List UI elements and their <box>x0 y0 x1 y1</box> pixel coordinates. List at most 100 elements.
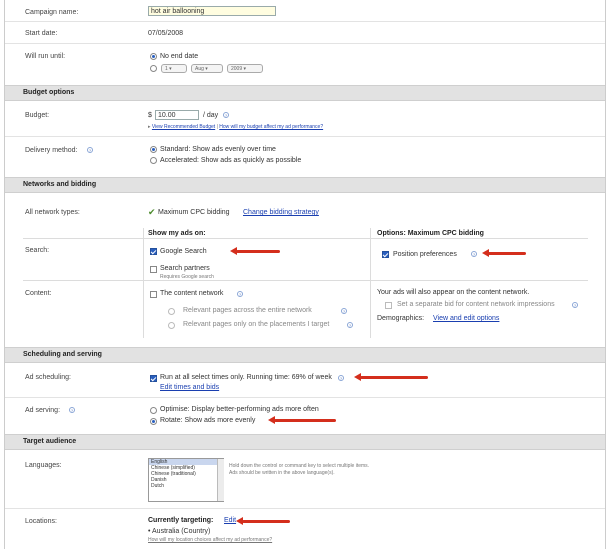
edit-locations-link[interactable]: Edit <box>224 517 236 524</box>
red-arrow-annotation <box>354 373 428 381</box>
ad-scheduling-label: Ad scheduling: <box>25 374 71 381</box>
target-audience-section-title: Target audience <box>23 438 77 445</box>
standard-delivery-radio[interactable] <box>150 146 157 153</box>
relevant-entire-network-radio[interactable] <box>168 308 175 315</box>
run-all-times-checkbox[interactable] <box>150 375 157 382</box>
help-icon[interactable]: ? <box>341 308 347 314</box>
red-arrow-annotation <box>230 247 280 255</box>
search-partners-label: Search partners <box>160 265 210 272</box>
end-day-select[interactable]: 1 ▾ <box>161 64 187 73</box>
content-network-notice: Your ads will also appear on the content… <box>377 289 530 296</box>
budget-affect-link[interactable]: How will my budget affect my ad performa… <box>219 124 323 130</box>
divider <box>5 43 605 44</box>
accelerated-delivery-radio[interactable] <box>150 157 157 164</box>
run-all-times-label: Run at all select times only. Running ti… <box>160 374 332 381</box>
help-icon[interactable]: ? <box>69 407 75 413</box>
content-network-checkbox[interactable] <box>150 291 157 298</box>
all-network-types-label: All network types: <box>25 209 80 216</box>
multi-select-hint: Hold down the control or command key to … <box>229 463 370 469</box>
checkmark-icon: ✔ <box>148 207 156 217</box>
optimise-label: Optimise: Display better-performing ads … <box>160 406 319 413</box>
col-header-show-ads: Show my ads on: <box>148 230 206 237</box>
help-icon[interactable]: ? <box>347 322 353 328</box>
google-search-checkbox[interactable] <box>150 248 157 255</box>
language-option[interactable]: Dutch <box>149 483 223 489</box>
separate-bid-checkbox[interactable] <box>385 302 392 309</box>
languages-scrollbar[interactable] <box>217 459 224 501</box>
help-icon[interactable]: ? <box>572 302 578 308</box>
help-icon[interactable]: ? <box>237 291 243 297</box>
table-divider <box>370 228 371 338</box>
end-day-value: 1 <box>165 66 168 72</box>
budget-amount-input[interactable]: 10.00 <box>155 110 199 120</box>
divider <box>5 397 605 398</box>
budget-section-header: Budget options <box>5 85 605 101</box>
requires-google-search-note: Requires Google search <box>160 274 214 280</box>
currently-targeting-label: Currently targeting: <box>148 517 214 524</box>
accelerated-delivery-label: Accelerated: Show ads as quickly as poss… <box>160 157 302 164</box>
start-date-label: Start date: <box>25 30 58 37</box>
languages-listbox[interactable]: English Chinese (simplified) Chinese (tr… <box>148 458 224 502</box>
optimise-radio[interactable] <box>150 407 157 414</box>
ad-serving-label: Ad serving: <box>25 407 61 414</box>
view-recommended-budget-link[interactable]: View Recommended Budget <box>152 124 215 130</box>
relevant-placements-label: Relevant pages only on the placements I … <box>183 321 330 328</box>
edit-times-bids-link[interactable]: Edit times and bids <box>160 384 219 391</box>
google-search-label: Google Search <box>160 248 207 255</box>
table-divider <box>23 238 588 239</box>
view-edit-demographics-link[interactable]: View and edit options <box>433 315 499 322</box>
scheduling-section-header: Scheduling and serving <box>5 347 605 363</box>
rotate-label: Rotate: Show ads more evenly <box>160 417 256 424</box>
table-divider <box>143 228 144 338</box>
delivery-method-label: Delivery method: <box>25 147 78 154</box>
bidding-strategy-value: Maximum CPC bidding <box>158 209 230 216</box>
currency-symbol: $ <box>148 112 152 119</box>
content-network-label: The content network <box>160 290 224 297</box>
networks-section-title: Networks and bidding <box>23 181 97 188</box>
scheduling-section-title: Scheduling and serving <box>23 351 102 358</box>
run-until-label: Will run until: <box>25 53 66 60</box>
help-icon[interactable]: ? <box>338 375 344 381</box>
separate-bid-label: Set a separate bid for content network i… <box>397 301 555 308</box>
location-affect-link[interactable]: How will my location choices affect my a… <box>148 537 272 543</box>
location-item: • Australia (Country) <box>148 528 211 535</box>
red-arrow-annotation <box>268 416 336 424</box>
locations-label: Locations: <box>25 518 57 525</box>
demographics-label: Demographics: <box>377 315 425 322</box>
no-end-date-radio[interactable] <box>150 53 157 60</box>
search-partners-checkbox[interactable] <box>150 266 157 273</box>
budget-section-title: Budget options <box>23 89 75 96</box>
help-icon[interactable]: ? <box>471 251 477 257</box>
budget-links: ▸ View Recommended Budget | How will my … <box>148 124 324 130</box>
change-bidding-strategy-link[interactable]: Change bidding strategy <box>243 209 319 216</box>
content-label: Content: <box>25 290 52 297</box>
relevant-entire-network-label: Relevant pages across the entire network <box>183 307 312 314</box>
table-divider <box>23 280 588 281</box>
position-preferences-label: Position preferences <box>393 251 457 258</box>
campaign-name-input[interactable]: hot air ballooning <box>148 6 276 16</box>
campaign-name-label: Campaign name: <box>25 9 79 16</box>
end-month-select[interactable]: Aug ▾ <box>191 64 223 73</box>
end-year-value: 2009 <box>231 66 243 72</box>
end-year-select[interactable]: 2009 ▾ <box>227 64 263 73</box>
no-end-date-label: No end date <box>160 53 199 60</box>
search-label: Search: <box>25 247 50 254</box>
end-month-value: Aug <box>195 66 204 72</box>
relevant-placements-radio[interactable] <box>168 322 175 329</box>
red-arrow-annotation <box>236 517 290 525</box>
languages-label: Languages: <box>25 462 62 469</box>
end-date-radio[interactable] <box>150 65 157 72</box>
target-audience-section-header: Target audience <box>5 434 605 450</box>
position-preferences-checkbox[interactable] <box>382 251 389 258</box>
rotate-radio[interactable] <box>150 418 157 425</box>
budget-label: Budget: <box>25 112 50 119</box>
language-hint: Ads should be written in the above langu… <box>229 470 335 476</box>
help-icon[interactable]: ? <box>223 112 229 118</box>
start-date-value: 07/05/2008 <box>148 30 184 37</box>
divider <box>5 508 605 509</box>
networks-section-header: Networks and bidding <box>5 177 605 193</box>
help-icon[interactable]: ? <box>87 147 93 153</box>
campaign-settings-form: Campaign name: hot air ballooning Start … <box>4 0 606 549</box>
standard-delivery-label: Standard: Show ads evenly over time <box>160 146 276 153</box>
red-arrow-annotation <box>482 249 526 257</box>
